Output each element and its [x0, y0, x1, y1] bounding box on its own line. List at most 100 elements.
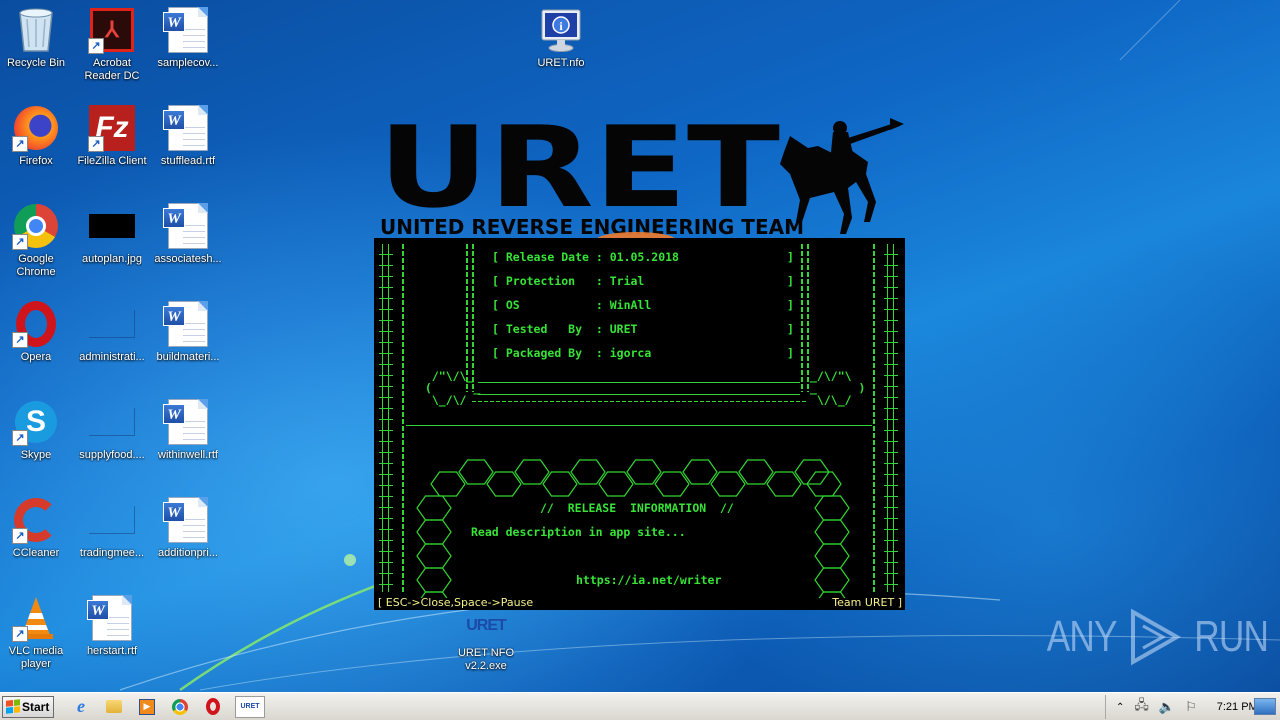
desktop-icon-additionpri[interactable]: W additionpri...	[150, 496, 226, 560]
start-button[interactable]: Start	[2, 695, 54, 718]
left-dashed-border	[402, 244, 404, 592]
clock[interactable]: 7:21 PM	[1217, 701, 1258, 713]
left-ornament: /"\/\_ ( _ \_/\/	[424, 369, 481, 407]
desktop-icon-label: stufflead.rtf	[160, 155, 216, 167]
desktop-icon-samplecov[interactable]: W samplecov...	[150, 6, 226, 70]
desktop-icon-label: autoplan.jpg	[82, 253, 142, 265]
taskbar-ie[interactable]: e	[70, 696, 92, 718]
volume-icon[interactable]: 🔈	[1159, 699, 1175, 715]
info-value: Trial	[609, 274, 645, 288]
hexagon-cell	[430, 471, 466, 497]
hexagon-cell	[416, 519, 452, 545]
desktop-icon-label: VLC media player	[8, 645, 64, 670]
hexagon-cell	[570, 459, 606, 485]
info-key: OS	[505, 298, 589, 312]
desktop-icon-buildmateri[interactable]: W buildmateri...	[150, 300, 226, 364]
hexagon-cell	[626, 459, 662, 485]
network-icon[interactable]: 🖧	[1134, 696, 1149, 718]
show-desktop-button[interactable]	[1254, 698, 1276, 715]
desktop-icon-label: CCleaner	[12, 547, 60, 559]
word-document-icon: W	[163, 202, 212, 250]
uret-splash-window[interactable]: /"\/\_ ( _ \_/\/ _/\/"\ _ ) \/\_/ [ Rele…	[374, 238, 905, 610]
hexagon-cell	[738, 459, 774, 485]
ccleaner-icon: ↗	[12, 496, 60, 544]
recycle-bin-icon	[12, 6, 60, 54]
info-key: Protection	[505, 274, 589, 288]
taskbar-chrome[interactable]	[169, 696, 191, 718]
acrobat-icon: ⅄ ↗	[88, 6, 136, 54]
logo-subtitle: UNITED REVERSE ENGINEERING TEAM	[380, 215, 804, 239]
taskbar-opera[interactable]	[202, 696, 224, 718]
hexagon-cell	[814, 495, 850, 521]
hexagon-cell	[814, 567, 850, 593]
show-hidden-icons-button[interactable]: ⌃	[1116, 702, 1124, 713]
image-thumbnail-icon	[88, 202, 136, 250]
desktop-icon-autoplan[interactable]: autoplan.jpg	[74, 202, 150, 266]
desktop-icon-skype[interactable]: S ↗ Skype	[0, 398, 74, 462]
anyrun-watermark: ANY RUN	[1038, 608, 1278, 666]
action-center-flag-icon[interactable]: ⚐	[1185, 699, 1197, 715]
hexagon-cell	[416, 567, 452, 593]
taskbar-media-player[interactable]: ▶	[136, 696, 158, 718]
info-row-tested-by: [ Tested By : URET]	[492, 322, 794, 336]
desktop-icon-withinwell[interactable]: W withinwell.rtf	[150, 398, 226, 462]
word-document-icon: W	[163, 496, 212, 544]
shortcut-arrow-icon: ↗	[12, 234, 28, 250]
skype-icon: S ↗	[12, 398, 60, 446]
desktop-icon-label: herstart.rtf	[86, 645, 138, 657]
release-description: Read description in app site...	[471, 525, 686, 539]
info-row-release-date: [ Release Date : 01.05.2018]	[492, 250, 794, 264]
word-document-icon: W	[163, 104, 212, 152]
desktop-icon-ccleaner[interactable]: ↗ CCleaner	[0, 496, 74, 560]
release-url[interactable]: https://ia.net/writer	[576, 574, 721, 586]
vlc-cone-icon: ↗	[12, 594, 60, 642]
taskbar-uret-nfo[interactable]: URET	[235, 695, 265, 718]
desktop-icon-label: tradingmee...	[79, 547, 145, 559]
info-row-protection: [ Protection : Trial]	[492, 274, 794, 288]
right-dashed-border	[873, 244, 875, 592]
desktop-icon-recycle-bin[interactable]: Recycle Bin	[0, 6, 74, 70]
hexagon-cell	[542, 471, 578, 497]
desktop-icon-vlc[interactable]: ↗ VLC media player	[0, 594, 74, 671]
info-frame-right-inner	[807, 244, 809, 392]
desktop-icon-label: FileZilla Client	[77, 155, 147, 167]
watermark-left: ANY	[1046, 612, 1118, 661]
hexagon-cell	[486, 471, 522, 497]
desktop-icon-label: associatesh...	[154, 253, 222, 265]
play-logo-icon	[1131, 608, 1182, 666]
firefox-icon: ↗	[12, 104, 60, 152]
info-frame-bottom-line-2	[478, 394, 800, 395]
desktop-icon-opera[interactable]: ↗ Opera	[0, 300, 74, 364]
horseman-icon	[780, 118, 904, 234]
desktop-icon-tradingmee[interactable]: tradingmee...	[74, 496, 150, 560]
info-key: Tested By	[505, 322, 589, 336]
desktop-icon-label: withinwell.rtf	[158, 449, 218, 461]
desktop-icon-label: additionpri...	[158, 547, 218, 559]
desktop-icon-uret-nfo-exe[interactable]: URET URET NFO v2.2.exe	[448, 608, 524, 673]
info-monitor-icon: i	[537, 6, 585, 54]
info-frame-right	[801, 244, 803, 392]
right-ornament: _/\/"\ _ ) \/\_/	[810, 369, 866, 407]
desktop-icon-label: Recycle Bin	[6, 57, 66, 69]
desktop-icon-label: URET NFO v2.2.exe	[457, 647, 515, 672]
word-document-icon: W	[87, 594, 136, 642]
desktop-icon-herstart[interactable]: W herstart.rtf	[74, 594, 150, 658]
desktop-icon-uret-nfo-file[interactable]: i URET.nfo	[523, 6, 599, 70]
hexagon-cell	[416, 543, 452, 569]
left-ladder-decoration	[379, 244, 393, 592]
desktop-icon-acrobat[interactable]: ⅄ ↗ Acrobat Reader DC	[74, 6, 150, 83]
desktop-icon-supplyfood[interactable]: supplyfood....	[74, 398, 150, 462]
info-value: WinAll	[609, 298, 652, 312]
desktop-icon-firefox[interactable]: ↗ Firefox	[0, 104, 74, 168]
desktop-icon-stufflead[interactable]: W stufflead.rtf	[150, 104, 226, 168]
desktop-icon-label: buildmateri...	[156, 351, 220, 363]
desktop-icon-label: Skype	[20, 449, 52, 461]
release-heading: // RELEASE INFORMATION //	[540, 501, 734, 515]
desktop-icon-associatesh[interactable]: W associatesh...	[150, 202, 226, 266]
desktop-icon-filezilla[interactable]: Fz ↗ FileZilla Client	[74, 104, 150, 168]
taskbar-explorer[interactable]	[103, 696, 125, 718]
desktop-icon-administrati[interactable]: administrati...	[74, 300, 150, 364]
desktop-icon-chrome[interactable]: ↗ Google Chrome	[0, 202, 74, 279]
info-key: Packaged By	[505, 346, 589, 360]
shortcut-arrow-icon: ↗	[12, 430, 28, 446]
